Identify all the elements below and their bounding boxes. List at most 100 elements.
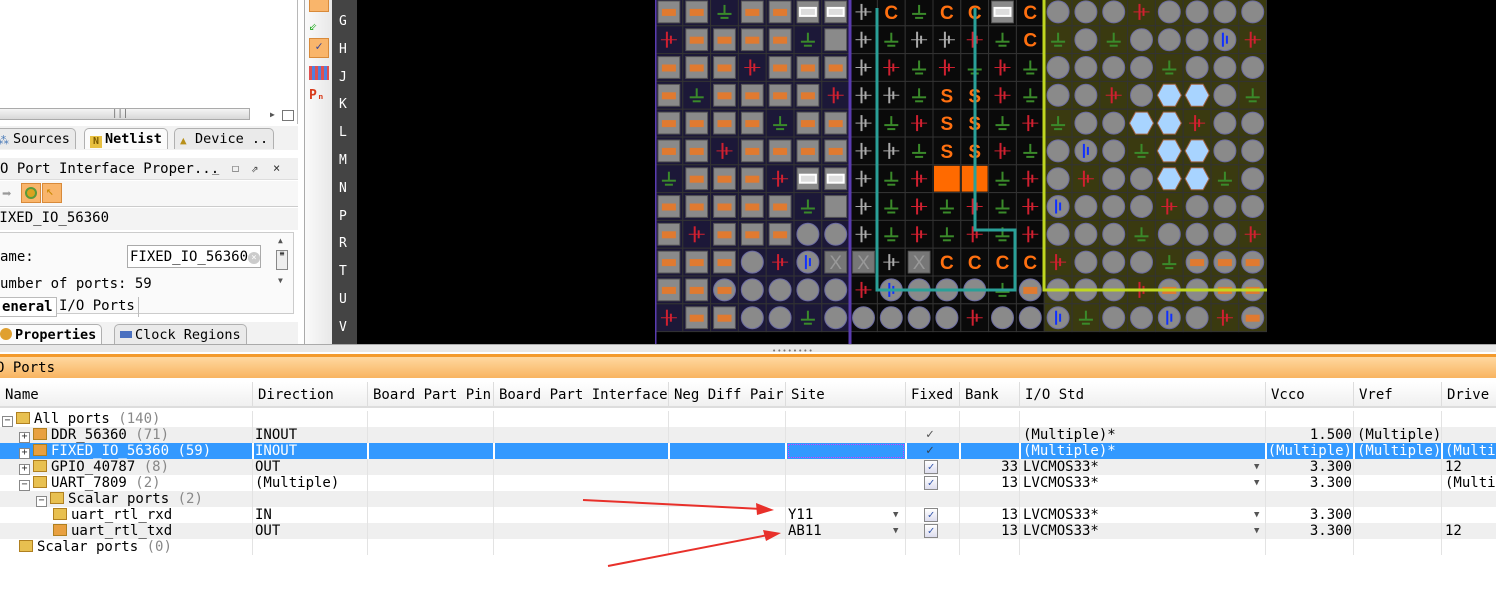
- maximize-icon[interactable]: ☐: [232, 161, 239, 175]
- pin-power-gray[interactable]: [850, 220, 878, 248]
- pin-io-pin-white[interactable]: [794, 0, 822, 26]
- pin-io-pin-orange[interactable]: [822, 137, 850, 165]
- tab-netlist[interactable]: NNetlist: [84, 128, 168, 149]
- pin-ground[interactable]: [989, 109, 1017, 137]
- pin-ground[interactable]: [1155, 248, 1183, 276]
- pin-circle-pin[interactable]: [933, 304, 961, 332]
- pin-ground[interactable]: [1044, 26, 1072, 54]
- io-std-cell[interactable]: [1023, 411, 1243, 427]
- port-name-cell[interactable]: Scalar ports (0): [19, 539, 252, 555]
- scroll-up-icon[interactable]: ▲: [278, 236, 283, 245]
- pin-circle-pin[interactable]: [1100, 109, 1128, 137]
- pin-power-red[interactable]: [1016, 193, 1044, 221]
- drive-cell[interactable]: (Multip: [1445, 475, 1496, 491]
- column-header[interactable]: Vcco: [1266, 382, 1354, 408]
- table-row[interactable]: uart_rtl_txdOUTAB11▼✓13LVCMOS33*▼3.30012: [0, 523, 1496, 539]
- pin-ground[interactable]: [1128, 220, 1156, 248]
- pin-ground[interactable]: [794, 26, 822, 54]
- tab-clock-regions[interactable]: Clock Regions: [114, 324, 247, 345]
- pin-power-blue[interactable]: [1211, 26, 1239, 54]
- pin-io-pin-orange[interactable]: [711, 54, 739, 82]
- pin-io-pin-orange[interactable]: [766, 26, 794, 54]
- pin-ground[interactable]: [877, 220, 905, 248]
- pin-power-blue[interactable]: [1072, 137, 1100, 165]
- pin-power-blue[interactable]: [1044, 193, 1072, 221]
- vcco-cell[interactable]: 3.300: [1267, 507, 1352, 523]
- drive-cell[interactable]: 12: [1445, 459, 1496, 475]
- pin-io-pin-orange[interactable]: [766, 81, 794, 109]
- pin-hex-pin[interactable]: [1183, 81, 1211, 109]
- vcco-cell[interactable]: 3.300: [1267, 523, 1352, 539]
- pin-ground[interactable]: [905, 0, 933, 26]
- pin-circle-pin[interactable]: [1183, 304, 1211, 332]
- pin-circle-pin[interactable]: [1100, 165, 1128, 193]
- pin-io-pin-orange[interactable]: [711, 220, 739, 248]
- pin-ground[interactable]: [794, 304, 822, 332]
- pin-io-pin-orange[interactable]: [683, 248, 711, 276]
- pin-filled-orange[interactable]: [933, 165, 961, 193]
- bank-cell[interactable]: 13: [961, 507, 1018, 523]
- pin-circle-pin[interactable]: [1183, 54, 1211, 82]
- pin-io-pin-orange[interactable]: [655, 81, 683, 109]
- pin-hex-pin[interactable]: [1155, 165, 1183, 193]
- fixed-tick-icon[interactable]: ✓: [926, 443, 934, 458]
- vref-cell[interactable]: (Multiple): [1357, 427, 1442, 443]
- pin-power-red[interactable]: [989, 54, 1017, 82]
- pin-x-pin[interactable]: X: [905, 248, 933, 276]
- pin-ground[interactable]: [1100, 26, 1128, 54]
- pin-circle-pin[interactable]: [1183, 220, 1211, 248]
- pin-io-pin-orange[interactable]: [766, 54, 794, 82]
- port-name-cell[interactable]: uart_rtl_rxd: [53, 507, 252, 523]
- pin-power-red[interactable]: [1044, 248, 1072, 276]
- pin-io-pin-orange[interactable]: [766, 137, 794, 165]
- io-std-dropdown-icon[interactable]: ▼: [1254, 510, 1259, 520]
- direction-cell[interactable]: INOUT: [255, 427, 367, 443]
- package-pin-grid[interactable]: CCCCCSSSSSSXXXCCCC: [655, 0, 1267, 344]
- direction-cell[interactable]: [255, 491, 367, 507]
- tab-io-ports[interactable]: I/O Ports: [56, 297, 139, 317]
- pin-io-pin-white[interactable]: [822, 165, 850, 193]
- auto-update-icon[interactable]: [21, 183, 41, 203]
- tab-device[interactable]: ▲Device ..: [174, 128, 274, 149]
- table-row[interactable]: Scalar ports (0): [0, 539, 1496, 555]
- pin-ground[interactable]: [905, 137, 933, 165]
- bank-cell[interactable]: [961, 411, 1018, 427]
- pin-circle-pin[interactable]: [850, 304, 878, 332]
- io-std-cell[interactable]: LVCMOS33*: [1023, 523, 1243, 539]
- pin-hex-pin[interactable]: [1183, 137, 1211, 165]
- pin-io-pin-orange[interactable]: [655, 137, 683, 165]
- pin-circle-pin[interactable]: [1100, 220, 1128, 248]
- pin-ground[interactable]: [989, 26, 1017, 54]
- pin-io-pin-orange[interactable]: [711, 109, 739, 137]
- pin-ground[interactable]: [933, 193, 961, 221]
- pin-power-red[interactable]: [905, 220, 933, 248]
- horizontal-scrollbar[interactable]: |||: [0, 108, 250, 120]
- column-header[interactable]: Drive: [1442, 382, 1496, 408]
- panel-splitter[interactable]: [0, 344, 1496, 352]
- pin-io-pin-orange[interactable]: [711, 248, 739, 276]
- pin-circle-orange-pin[interactable]: [1016, 276, 1044, 304]
- vcco-cell[interactable]: (Multiple): [1267, 443, 1352, 459]
- pin-io-pin-orange[interactable]: [655, 54, 683, 82]
- pin-io-pin-orange[interactable]: [766, 220, 794, 248]
- drive-cell[interactable]: 12: [1445, 523, 1496, 539]
- table-row[interactable]: +GPIO_40787 (8)OUT✓33LVCMOS33*▼3.30012: [0, 459, 1496, 475]
- pin-ground[interactable]: [989, 220, 1017, 248]
- pin-power-red[interactable]: [989, 137, 1017, 165]
- fixed-checkbox[interactable]: ✓: [924, 524, 938, 538]
- vcco-cell[interactable]: 3.300: [1267, 475, 1352, 491]
- pin-circle-pin[interactable]: [1211, 109, 1239, 137]
- pin-circle-pin[interactable]: [1100, 248, 1128, 276]
- pin-circle-pin[interactable]: [1044, 54, 1072, 82]
- io-std-cell[interactable]: (Multiple)*: [1023, 427, 1243, 443]
- pin-clock-pin[interactable]: C: [961, 248, 989, 276]
- pin-ground[interactable]: [877, 165, 905, 193]
- pin-power-red[interactable]: [1016, 109, 1044, 137]
- pin-clock-pin[interactable]: C: [1016, 248, 1044, 276]
- pin-power-red[interactable]: [1155, 193, 1183, 221]
- pin-circle-pin[interactable]: [1155, 220, 1183, 248]
- port-name-cell[interactable]: −All ports (140): [2, 411, 252, 427]
- pin-power-gray[interactable]: [850, 137, 878, 165]
- direction-cell[interactable]: [255, 539, 367, 555]
- port-name-cell[interactable]: uart_rtl_txd: [53, 523, 252, 539]
